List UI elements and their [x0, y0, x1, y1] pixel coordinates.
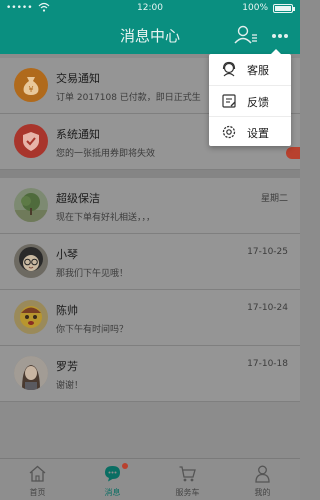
message-item-luofang[interactable]: 罗芳 谢谢！ 17-10-18	[0, 346, 300, 402]
woman-photo	[14, 356, 48, 390]
message-name: 系统通知	[56, 128, 100, 141]
cartoon-face-photo	[14, 300, 48, 334]
tab-messages[interactable]: 消息	[75, 459, 150, 500]
message-preview: 您的一张抵用券即将失效	[56, 149, 156, 159]
menu-item-feedback[interactable]: 反馈	[209, 85, 291, 115]
message-preview: 谢谢！	[56, 381, 84, 391]
message-preview: 你下午有时间吗？	[56, 325, 129, 335]
more-dropdown-menu: 客服 反馈 设置	[209, 49, 291, 146]
section-divider	[0, 170, 300, 178]
message-time: 星期二	[260, 194, 288, 204]
tree-photo	[14, 188, 48, 222]
contacts-button[interactable]	[232, 22, 260, 48]
menu-item-settings[interactable]: 设置	[209, 116, 291, 146]
customer-service-icon	[222, 61, 236, 77]
app-header: 消息中心	[0, 16, 300, 54]
unread-badge	[286, 147, 300, 159]
tab-mine[interactable]: 我的	[225, 459, 300, 500]
message-time: 17-10-18	[247, 359, 288, 369]
message-item-chenshuai[interactable]: 陈帅 你下午有时间吗？ 17-10-24	[0, 290, 300, 346]
person-icon	[255, 465, 270, 483]
cartoon-girl-photo	[14, 244, 48, 278]
tab-service-cart[interactable]: 服务车	[150, 459, 225, 500]
bottom-tab-bar: 首页 消息 服务车 我的	[0, 458, 300, 500]
tab-label: 消息	[104, 488, 121, 497]
more-dots-icon[interactable]	[266, 22, 294, 48]
menu-item-label: 设置	[247, 127, 269, 140]
money-bag-icon: ¥	[14, 68, 48, 102]
contacts-icon	[234, 25, 257, 44]
message-time: 17-10-24	[247, 303, 288, 313]
cart-icon	[179, 466, 196, 482]
message-name: 罗芳	[56, 360, 78, 373]
menu-item-customer-service[interactable]: 客服	[209, 54, 291, 84]
status-bar: ••••• 12:00 100%	[0, 0, 300, 16]
tab-label: 首页	[29, 488, 46, 497]
message-item-cleaning[interactable]: 超级保洁 现在下单有好礼相送，，， 星期二	[0, 178, 300, 234]
message-name: 小琴	[56, 248, 78, 261]
tab-home[interactable]: 首页	[0, 459, 75, 500]
tab-label: 服务车	[175, 488, 200, 497]
message-preview: 订单 2017108 已付款，即日正式生	[56, 93, 201, 103]
menu-item-label: 客服	[247, 64, 269, 77]
battery-percent: 100%	[242, 3, 268, 13]
message-name: 陈帅	[56, 304, 78, 317]
message-name: 超级保洁	[56, 192, 100, 205]
shield-icon	[14, 124, 48, 158]
home-icon	[29, 465, 46, 482]
message-name: 交易通知	[56, 72, 100, 85]
message-preview: 那我们下午见哦！	[56, 269, 129, 279]
message-preview: 现在下单有好礼相送，，，	[56, 213, 156, 223]
message-item-xiaoqin[interactable]: 小琴 那我们下午见哦！ 17-10-25	[0, 234, 300, 290]
battery-icon	[273, 4, 295, 13]
tab-label: 我的	[254, 488, 271, 497]
feedback-icon	[222, 94, 236, 108]
chat-icon	[105, 466, 120, 482]
message-time: 17-10-25	[247, 247, 288, 257]
svg-text:¥: ¥	[28, 85, 33, 94]
tab-notification-dot	[122, 463, 128, 469]
menu-item-label: 反馈	[247, 96, 269, 109]
settings-gear-icon	[222, 125, 236, 139]
